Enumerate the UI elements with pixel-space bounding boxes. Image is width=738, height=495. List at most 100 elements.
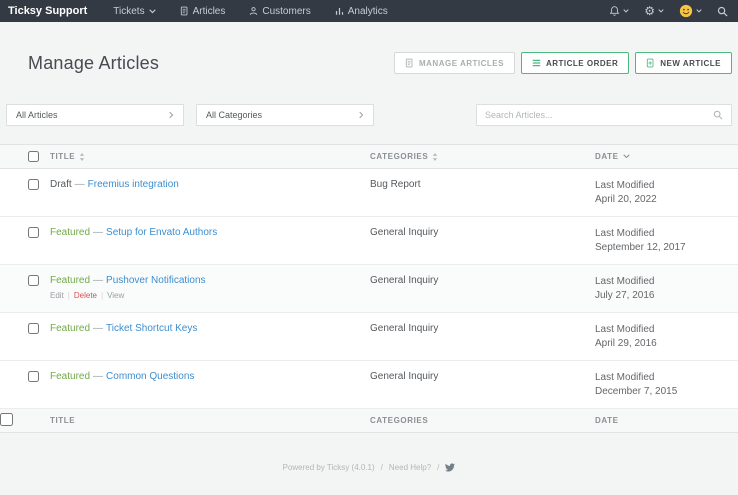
chevron-right-icon [169, 111, 174, 119]
nav-customers[interactable]: Customers [237, 0, 322, 22]
article-link[interactable]: Freemius integration [88, 179, 179, 190]
table-footer-header: TITLE CATEGORIES DATE [0, 409, 738, 433]
title-header-label: TITLE [50, 416, 76, 425]
chevron-down-icon [623, 9, 629, 13]
nav-analytics-label: Analytics [347, 5, 388, 17]
manage-articles-button[interactable]: MANAGE ARTICLES [393, 52, 515, 74]
document-icon [405, 58, 413, 68]
new-article-label: NEW ARTICLE [660, 58, 721, 68]
table-row: Featured — Common Questions General Inquir… [0, 361, 738, 409]
brand[interactable]: Ticksy Support [0, 5, 101, 17]
row-date: Last Modified September 12, 2017 [595, 217, 738, 264]
row-checkbox[interactable] [28, 275, 39, 286]
articles-table: TITLE CATEGORIES DATE Draft — Freemius int… [0, 144, 738, 433]
title-separator: — [93, 275, 104, 286]
row-checkbox[interactable] [28, 371, 39, 382]
new-article-button[interactable]: NEW ARTICLE [635, 52, 732, 74]
nav-items: Tickets Articles Customers Analytics [101, 0, 399, 22]
settings-menu[interactable]: ⚙ [644, 5, 664, 17]
nav-analytics[interactable]: Analytics [323, 0, 400, 22]
select-all-checkbox[interactable] [0, 413, 13, 426]
title-separator: — [93, 323, 104, 334]
action-separator: | [101, 291, 104, 300]
new-document-icon [647, 58, 654, 68]
row-checkbox[interactable] [28, 179, 39, 190]
row-actions: Edit | Delete | View [50, 291, 370, 300]
row-date: Last Modified April 20, 2022 [595, 169, 738, 216]
row-category: Bug Report [370, 179, 421, 190]
sort-by-title[interactable]: TITLE [50, 152, 370, 161]
delete-link[interactable]: Delete [74, 291, 97, 300]
sort-by-categories[interactable]: CATEGORIES [370, 152, 595, 161]
need-help-link[interactable]: Need Help? [389, 463, 431, 472]
modified-label: Last Modified [595, 324, 655, 335]
app: Ticksy Support Tickets Articles Customer… [0, 0, 738, 495]
nav-customers-label: Customers [262, 5, 311, 17]
categories-filter-select[interactable]: All Categories [196, 104, 374, 126]
select-all-checkbox[interactable] [28, 151, 39, 162]
title-header-label: TITLE [50, 152, 76, 161]
view-link[interactable]: View [107, 291, 124, 300]
twitter-icon[interactable] [445, 463, 456, 472]
categories-filter-value: All Categories [206, 110, 263, 120]
modified-label: Last Modified [595, 276, 655, 287]
profile-menu[interactable] [679, 4, 702, 18]
modified-date: September 12, 2017 [595, 242, 686, 253]
nav-tickets[interactable]: Tickets [101, 0, 167, 22]
search-icon [713, 110, 723, 120]
article-link[interactable]: Setup for Envato Authors [106, 227, 217, 238]
status-label-featured: Featured [50, 227, 91, 238]
gear-icon: ⚙ [644, 4, 655, 18]
chevron-down-icon [658, 9, 664, 13]
bell-icon [610, 6, 620, 16]
manage-articles-label: MANAGE ARTICLES [418, 58, 504, 68]
search-icon [717, 6, 728, 17]
modified-date: April 29, 2016 [595, 338, 657, 349]
title-separator: — [93, 227, 104, 238]
avatar-smiley-icon [679, 4, 693, 18]
date-header-label: DATE [595, 152, 619, 161]
row-category: General Inquiry [370, 275, 439, 286]
article-link[interactable]: Pushover Notifications [106, 275, 206, 286]
date-header-label: DATE [595, 416, 619, 425]
status-label-featured: Featured [50, 275, 91, 286]
header-buttons: MANAGE ARTICLES ARTICLE ORDER NEW ARTICL… [393, 52, 732, 74]
article-order-button[interactable]: ARTICLE ORDER [520, 52, 630, 74]
categories-header-label: CATEGORIES [370, 152, 429, 161]
title-separator: — [93, 371, 104, 382]
row-category: General Inquiry [370, 371, 439, 382]
search-input[interactable] [485, 110, 713, 120]
modified-label: Last Modified [595, 228, 655, 239]
top-navbar: Ticksy Support Tickets Articles Customer… [0, 0, 738, 22]
articles-icon [180, 6, 188, 16]
article-order-label: ARTICLE ORDER [545, 58, 619, 68]
chevron-down-icon [148, 8, 156, 13]
footer-separator: / [437, 463, 440, 472]
articles-filter-value: All Articles [16, 110, 58, 120]
row-date: Last Modified July 27, 2016 [595, 265, 738, 312]
modified-label: Last Modified [595, 372, 655, 383]
status-label-featured: Featured [50, 371, 91, 382]
footer-separator: / [380, 463, 383, 472]
page-footer: Powered by Ticksy (4.0.1) / Need Help? / [0, 463, 738, 472]
powered-by-link[interactable]: Powered by Ticksy (4.0.1) [283, 463, 375, 472]
article-link[interactable]: Ticket Shortcut Keys [106, 323, 197, 334]
status-label-featured: Featured [50, 323, 91, 334]
sort-by-date[interactable]: DATE [595, 152, 738, 161]
row-checkbox[interactable] [28, 323, 39, 334]
list-order-icon [532, 59, 541, 67]
modified-label: Last Modified [595, 180, 655, 191]
row-checkbox[interactable] [28, 227, 39, 238]
articles-filter-select[interactable]: All Articles [6, 104, 184, 126]
page-title: Manage Articles [28, 52, 160, 73]
modified-date: July 27, 2016 [595, 290, 655, 301]
notifications-menu[interactable] [609, 5, 629, 17]
modified-date: December 7, 2015 [595, 386, 678, 397]
nav-articles-label: Articles [192, 5, 226, 17]
article-link[interactable]: Common Questions [106, 371, 194, 382]
chevron-right-icon [359, 111, 364, 119]
edit-link[interactable]: Edit [50, 291, 64, 300]
nav-articles[interactable]: Articles [168, 0, 238, 22]
navbar-search-button[interactable] [717, 6, 728, 17]
chevron-down-icon [622, 154, 630, 159]
